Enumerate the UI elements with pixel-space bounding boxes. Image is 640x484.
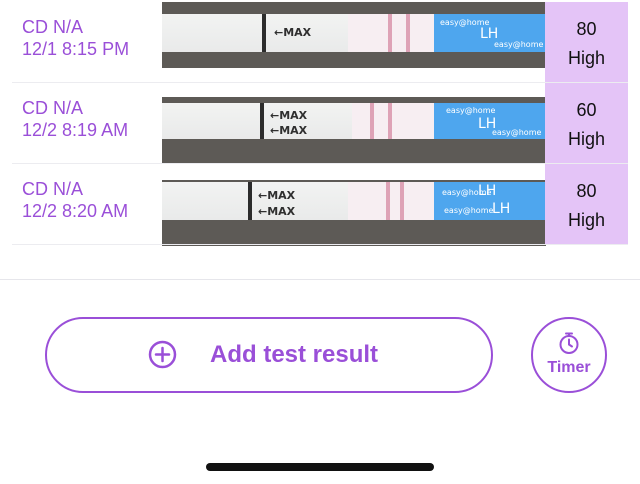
brand-lh: LH <box>478 183 497 199</box>
test-line <box>388 14 392 52</box>
result-meta: CD N/A 12/1 8:15 PM <box>22 16 162 60</box>
test-strip-photo[interactable]: ←MAX ←MAX easy@home LH easy@home <box>162 97 546 163</box>
section-divider <box>0 279 640 280</box>
strip-grip-line <box>248 182 252 220</box>
timer-button[interactable]: Timer <box>531 317 607 393</box>
brand-text: easy@home <box>494 40 544 49</box>
strip-max-mark: ←MAX <box>274 26 312 39</box>
stopwatch-icon <box>559 332 579 354</box>
result-value: 80 <box>576 181 597 201</box>
timestamp-label: 12/1 8:15 PM <box>22 39 130 59</box>
result-level: High <box>567 48 606 68</box>
cycle-day-label: CD N/A <box>22 98 84 118</box>
row-divider <box>12 244 628 245</box>
test-strip-photo[interactable]: ←MAX ←MAX easy@home LH easy@home LH <box>162 180 546 246</box>
control-line <box>400 182 404 220</box>
brand-text: easy@home <box>492 128 542 137</box>
test-strip-photo[interactable]: ←MAX easy@home LH easy@home <box>162 2 546 68</box>
strip-max-mark: ←MAX <box>258 205 296 218</box>
strip-brand-panel: easy@home LH easy@home <box>434 103 546 139</box>
strip-result-window <box>348 14 434 52</box>
timer-label: Timer <box>547 359 591 376</box>
result-level: High <box>567 129 606 149</box>
add-test-result-label: Add test result <box>210 341 379 368</box>
strip-body: ←MAX easy@home LH easy@home <box>162 14 546 52</box>
result-row[interactable]: CD N/A 12/2 8:20 AM ←MAX ←MAX easy@home … <box>12 164 628 246</box>
brand-lh: LH <box>480 26 499 42</box>
strip-body: ←MAX ←MAX easy@home LH easy@home LH <box>162 182 546 220</box>
timestamp-label: 12/2 8:20 AM <box>22 201 129 221</box>
add-test-result-button[interactable]: Add test result <box>45 317 493 393</box>
result-row[interactable]: CD N/A 12/1 8:15 PM ←MAX easy@home LH ea… <box>12 2 628 82</box>
strip-max-mark: ←MAX <box>258 189 296 202</box>
test-line <box>370 103 374 139</box>
result-box: 60 High <box>545 83 628 163</box>
brand-lh: LH <box>492 201 511 217</box>
strip-brand-panel: easy@home LH easy@home <box>434 14 546 52</box>
strip-grip-line <box>262 14 266 52</box>
strip-brand-panel: easy@home LH easy@home LH <box>434 182 546 220</box>
strip-result-window <box>348 182 434 220</box>
strip-max-mark: ←MAX <box>270 109 308 122</box>
result-row[interactable]: CD N/A 12/2 8:19 AM ←MAX ←MAX easy@home … <box>12 83 628 163</box>
timestamp-label: 12/2 8:19 AM <box>22 120 129 140</box>
cycle-day-label: CD N/A <box>22 179 84 199</box>
strip-body: ←MAX ←MAX easy@home LH easy@home <box>162 103 546 139</box>
result-meta: CD N/A 12/2 8:19 AM <box>22 97 162 141</box>
result-value: 60 <box>576 100 597 120</box>
result-box: 80 High <box>545 2 628 82</box>
control-line <box>406 14 410 52</box>
result-meta: CD N/A 12/2 8:20 AM <box>22 178 162 222</box>
strip-grip-line <box>260 103 264 139</box>
result-level: High <box>567 210 606 230</box>
lh-results-screen: CD N/A 12/1 8:15 PM ←MAX easy@home LH ea… <box>0 0 640 484</box>
control-line <box>388 103 392 139</box>
plus-circle-icon <box>148 340 177 369</box>
home-indicator[interactable] <box>206 463 434 471</box>
result-box: 80 High <box>545 164 628 244</box>
strip-max-mark: ←MAX <box>270 124 308 137</box>
brand-text: easy@home <box>446 106 496 115</box>
cycle-day-label: CD N/A <box>22 17 84 37</box>
strip-result-window <box>352 103 438 139</box>
test-line <box>386 182 390 220</box>
result-value: 80 <box>576 19 597 39</box>
brand-text: easy@home <box>444 206 494 215</box>
